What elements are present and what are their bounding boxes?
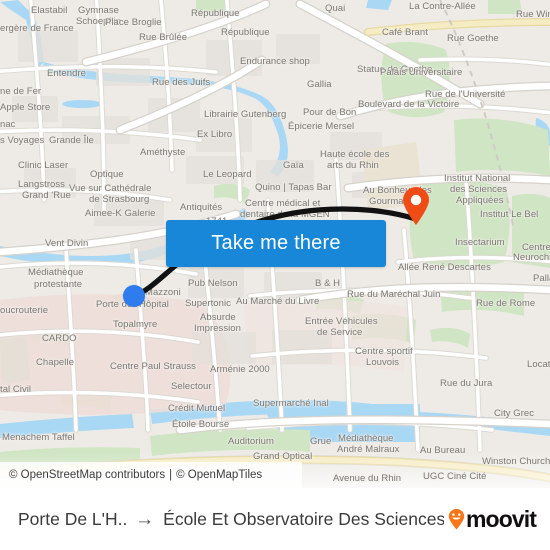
trip-destination-label[interactable]: École Et Observatoire Des Sciences...	[163, 509, 444, 530]
arrow-right-icon: →	[135, 508, 155, 530]
moovit-logo[interactable]: moovit	[448, 505, 537, 532]
take-me-there-button[interactable]: Take me there	[166, 220, 386, 267]
trip-origin-label[interactable]: Porte De L'H...	[18, 509, 126, 530]
trip-summary-bar: Porte De L'H... → École Et Observatoire …	[0, 488, 550, 550]
map-canvas[interactable]: Elastabil Gymnase Schoepflin République La C…	[0, 0, 550, 488]
moovit-pin-icon	[448, 508, 465, 530]
origin-dot[interactable]	[123, 285, 145, 307]
attribution-openmaptiles[interactable]: © OpenMapTiles	[176, 469, 262, 481]
destination-pin[interactable]	[401, 186, 431, 226]
attribution-separator: |	[169, 469, 173, 481]
map-attribution: © OpenStreetMap contributors | © OpenMap…	[0, 462, 302, 488]
moovit-trip-screen: Elastabil Gymnase Schoepflin République La C…	[0, 0, 550, 550]
moovit-wordmark: moovit	[466, 505, 537, 532]
attribution-osm[interactable]: © OpenStreetMap contributors	[9, 469, 165, 481]
